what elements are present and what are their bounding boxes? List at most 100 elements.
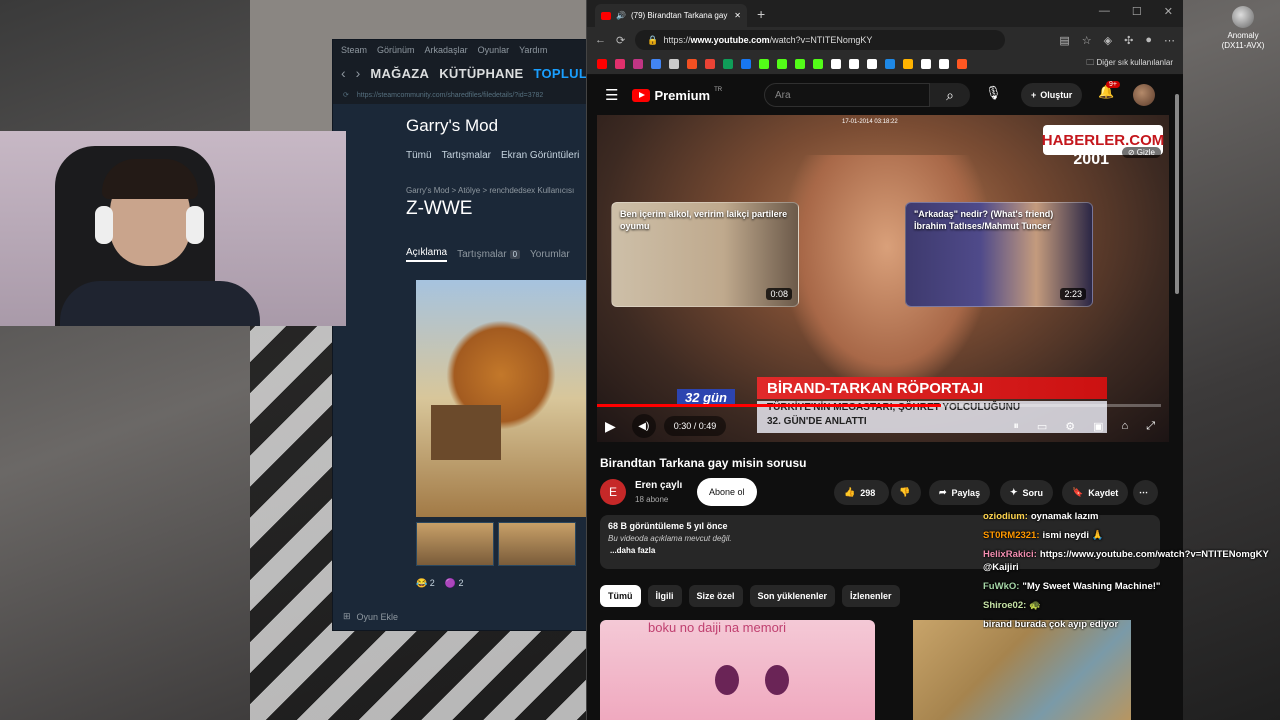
- end-card-video-1[interactable]: Ben içerim alkol, veririm laikçi partile…: [611, 202, 799, 307]
- tab-discussions[interactable]: Tartışmalar 0: [457, 249, 521, 260]
- hide-watermark-button[interactable]: ⊘ Gizle: [1121, 147, 1161, 158]
- subscribe-button[interactable]: Abone ol: [697, 478, 757, 506]
- settings-gear-icon[interactable]: ⚙: [1065, 420, 1075, 433]
- tab-comments[interactable]: Yorumlar: [530, 249, 570, 260]
- favorite-shortcut-icon[interactable]: [813, 58, 823, 69]
- search-icon[interactable]: ⌕: [930, 83, 970, 107]
- favorite-shortcut-icon[interactable]: [777, 58, 787, 69]
- close-tab-icon[interactable]: ✕: [734, 11, 741, 20]
- puzzle-icon[interactable]: ✣: [1124, 34, 1133, 47]
- favorite-shortcut-icon[interactable]: [723, 58, 733, 69]
- volume-icon[interactable]: ◀): [631, 414, 656, 438]
- forward-arrow-icon[interactable]: ›: [356, 65, 361, 81]
- address-bar[interactable]: 🔒 https://www.youtube.com/watch?v=NTITEN…: [635, 30, 1006, 50]
- favorite-shortcut-icon[interactable]: [759, 58, 769, 69]
- steam-game-title[interactable]: Garry's Mod: [406, 116, 498, 136]
- hamburger-menu-icon[interactable]: ☰: [605, 86, 618, 104]
- chip-all[interactable]: Tümü: [600, 585, 641, 607]
- recommended-video-thumbnail[interactable]: boku no daiji na memori: [600, 620, 875, 720]
- reader-icon[interactable]: ▤: [1059, 34, 1069, 47]
- subtitles-icon[interactable]: ▭: [1037, 420, 1047, 433]
- steam-menu-view[interactable]: Görünüm: [377, 45, 415, 55]
- cast-icon[interactable]: ⌂: [1122, 420, 1129, 433]
- autoplay-toggle-icon[interactable]: ⏸: [1013, 420, 1019, 433]
- thumbnail[interactable]: [498, 522, 576, 566]
- back-arrow-icon[interactable]: ‹: [341, 65, 346, 81]
- refresh-icon[interactable]: ⟳: [343, 91, 349, 99]
- profile-icon[interactable]: ●: [1145, 34, 1152, 47]
- chip-recently-uploaded[interactable]: Son yüklenenler: [749, 585, 836, 607]
- favorite-shortcut-icon[interactable]: [795, 58, 805, 69]
- favorite-shortcut-icon[interactable]: [741, 58, 751, 69]
- dislike-button[interactable]: 👎: [891, 480, 921, 505]
- steam-menu-friends[interactable]: Arkadaşlar: [425, 45, 468, 55]
- maximize-icon[interactable]: ☐: [1132, 5, 1142, 18]
- thumbnail[interactable]: [416, 522, 494, 566]
- steam-nav-store[interactable]: MAĞAZA: [370, 66, 429, 81]
- favorite-shortcut-icon[interactable]: [669, 58, 679, 69]
- workshop-preview-image[interactable]: [416, 280, 587, 517]
- favorite-shortcut-icon[interactable]: [597, 58, 607, 69]
- fullscreen-icon[interactable]: ⤢: [1146, 420, 1155, 433]
- search-input[interactable]: Ara: [764, 83, 930, 107]
- more-actions-button[interactable]: ⋯: [1133, 480, 1158, 505]
- back-icon[interactable]: ←: [595, 34, 606, 46]
- minimize-icon[interactable]: —: [1099, 5, 1110, 18]
- favorite-shortcut-icon[interactable]: [831, 58, 841, 69]
- steam-tab-screenshots[interactable]: Ekran Görüntüleri: [501, 150, 579, 161]
- favorite-shortcut-icon[interactable]: [687, 58, 697, 69]
- favorite-shortcut-icon[interactable]: [939, 58, 949, 69]
- ask-button[interactable]: ✦ Soru: [1000, 480, 1054, 505]
- favorites-folder[interactable]: 🗀 Diğer sık kullanılanlar: [1086, 57, 1173, 71]
- extension-icon[interactable]: ◈: [1104, 34, 1112, 47]
- steam-nav-community[interactable]: TOPLULUK: [534, 66, 587, 81]
- favorite-shortcut-icon[interactable]: [849, 58, 859, 69]
- favorite-shortcut-icon[interactable]: [651, 58, 661, 69]
- desktop-shortcut-anomaly[interactable]: Anomaly (DX11-AVX): [1218, 6, 1268, 51]
- favorite-shortcut-icon[interactable]: [705, 58, 715, 69]
- steam-nav-library[interactable]: KÜTÜPHANE: [439, 66, 523, 81]
- browser-tab-youtube[interactable]: 🔊 (79) Birandtan Tarkana gay misin sorus…: [595, 4, 747, 27]
- tab-description[interactable]: Açıklama: [406, 247, 448, 262]
- favorite-shortcut-icon[interactable]: [921, 58, 931, 69]
- new-tab-button[interactable]: +: [757, 6, 765, 22]
- close-window-icon[interactable]: ✕: [1164, 5, 1173, 18]
- scrollbar-thumb[interactable]: [1175, 94, 1179, 294]
- reaction-laugh[interactable]: 😂 2: [416, 578, 435, 589]
- reaction-purple[interactable]: 🟣 2: [445, 578, 464, 589]
- steam-menu-help[interactable]: Yardım: [519, 45, 547, 55]
- chip-watched[interactable]: İzlenenler: [842, 585, 900, 607]
- favorite-shortcut-icon[interactable]: [615, 58, 625, 69]
- steam-tab-all[interactable]: Tümü: [406, 150, 432, 161]
- video-player[interactable]: 17-01-2014 03:18:22 HABERLER.COM 2001 ⊘ …: [597, 115, 1169, 442]
- save-button[interactable]: 🔖 Kaydet: [1062, 480, 1129, 505]
- favorite-shortcut-icon[interactable]: [885, 58, 895, 69]
- add-game-button[interactable]: ⊞ Oyun Ekle: [343, 611, 398, 622]
- favorite-shortcut-icon[interactable]: [957, 58, 967, 69]
- share-button[interactable]: ➦ Paylaş: [929, 480, 991, 505]
- favorite-star-icon[interactable]: ☆: [1082, 34, 1092, 47]
- favorite-shortcut-icon[interactable]: [867, 58, 877, 69]
- theater-mode-icon[interactable]: ▣: [1093, 420, 1103, 433]
- chip-related[interactable]: İlgili: [647, 585, 682, 607]
- favorite-shortcut-icon[interactable]: [633, 58, 643, 69]
- channel-name[interactable]: Eren çaylı: [635, 480, 682, 491]
- channel-avatar[interactable]: E: [600, 479, 626, 505]
- steam-tab-discussions[interactable]: Tartışmalar: [442, 150, 491, 161]
- video-progress-bar[interactable]: [597, 404, 1161, 407]
- microphone-icon[interactable]: 🎙: [985, 85, 1002, 101]
- create-button[interactable]: + Oluştur: [1021, 83, 1083, 107]
- chip-for-you[interactable]: Size özel: [688, 585, 743, 607]
- like-button[interactable]: 👍 298: [834, 480, 889, 505]
- speaker-icon[interactable]: 🔊: [616, 11, 626, 20]
- favorite-shortcut-icon[interactable]: [903, 58, 913, 69]
- reload-icon[interactable]: ⟳: [616, 34, 625, 47]
- end-card-video-2[interactable]: "Arkadaş" nedir? (What's friend) İbrahim…: [905, 202, 1093, 307]
- youtube-premium-logo[interactable]: Premium TR: [632, 87, 722, 103]
- steam-menu-steam[interactable]: Steam: [341, 45, 367, 55]
- play-icon[interactable]: ▶: [605, 418, 616, 435]
- recommended-video-thumbnail[interactable]: [913, 620, 1131, 720]
- menu-dots-icon[interactable]: ⋯: [1164, 34, 1175, 47]
- account-avatar[interactable]: [1133, 84, 1155, 106]
- steam-menu-games[interactable]: Oyunlar: [478, 45, 510, 55]
